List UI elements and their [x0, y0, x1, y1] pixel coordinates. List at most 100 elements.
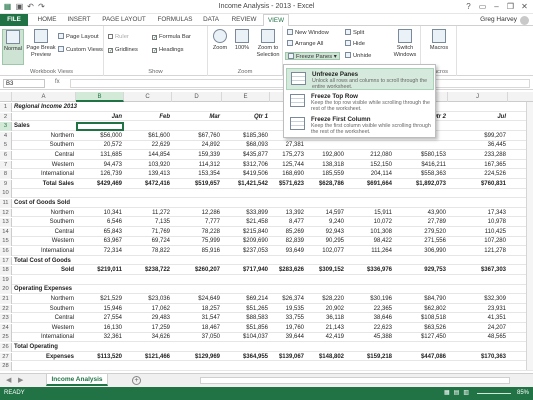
row-header[interactable]: 2	[0, 112, 12, 122]
restore-icon[interactable]: ❐	[504, 1, 517, 12]
cell[interactable]: Southern	[12, 305, 76, 314]
cell[interactable]: 48,565	[448, 333, 508, 342]
row-header[interactable]: 24	[0, 323, 12, 333]
cell[interactable]: $69,214	[222, 295, 270, 304]
cell[interactable]: $56,000	[76, 132, 124, 141]
cell[interactable]: 18,257	[172, 305, 222, 314]
row-header[interactable]: 12	[0, 208, 12, 218]
row-header[interactable]: 6	[0, 151, 12, 160]
cell[interactable]: 103,920	[124, 161, 172, 170]
cell[interactable]: 22,365	[346, 305, 394, 314]
scroll-left-icon[interactable]: ◀	[6, 376, 11, 384]
cell[interactable]: $121,466	[124, 353, 172, 362]
cell[interactable]: 13,392	[270, 209, 306, 218]
row-header[interactable]: 4	[0, 131, 12, 141]
cell[interactable]: 138,318	[306, 161, 346, 170]
cell[interactable]: 110,425	[448, 228, 508, 237]
cell[interactable]: 41,351	[448, 314, 508, 323]
cell[interactable]: 144,854	[124, 151, 172, 160]
cell[interactable]: $51,856	[222, 324, 270, 333]
cell[interactable]: 37,050	[172, 333, 222, 342]
cell[interactable]: 15,946	[76, 305, 124, 314]
cell[interactable]: $336,976	[346, 266, 394, 275]
freeze-top-row-item[interactable]: Freeze Top Row Keep the top row visible …	[286, 91, 434, 113]
cell[interactable]: 212,080	[346, 151, 394, 160]
cell[interactable]: Total Operating	[14, 343, 58, 352]
cell[interactable]: $63,526	[394, 324, 448, 333]
cell[interactable]: 153,354	[172, 170, 222, 179]
cell[interactable]: 93,649	[270, 247, 306, 256]
cell[interactable]: $717,940	[222, 266, 270, 275]
cell[interactable]: Northern	[12, 295, 76, 304]
cell[interactable]: 7,777	[172, 218, 222, 227]
cell[interactable]: 23,931	[448, 305, 508, 314]
page-break-preview-button[interactable]: Page Break Preview	[26, 29, 56, 58]
close-icon[interactable]: ✕	[518, 1, 531, 12]
cell[interactable]: Sales	[14, 122, 30, 131]
cell[interactable]: $24,649	[172, 295, 222, 304]
ribbon-display-icon[interactable]: ▭	[476, 1, 489, 12]
cell[interactable]: $21,458	[222, 218, 270, 227]
row-header[interactable]: 19	[0, 275, 12, 285]
cell[interactable]: $760,831	[448, 180, 508, 189]
view-buttons-icon[interactable]: ▦▤▥	[444, 387, 473, 400]
cell[interactable]: $309,152	[306, 266, 346, 275]
switch-windows-button[interactable]: Switch Windows	[391, 29, 419, 58]
freeze-first-column-item[interactable]: Freeze First Column Keep the first colum…	[286, 114, 434, 136]
cell[interactable]: $558,363	[394, 170, 448, 179]
page-layout-button[interactable]: Page Layout	[58, 33, 99, 41]
cell[interactable]: $148,802	[306, 353, 346, 362]
cell[interactable]: 21,143	[306, 324, 346, 333]
cell[interactable]: Total Cost of Goods	[14, 257, 71, 266]
cell[interactable]: $28,220	[306, 295, 346, 304]
cell[interactable]: 15,911	[346, 209, 394, 218]
cell[interactable]: Northern	[12, 209, 76, 218]
cell[interactable]: 24,207	[448, 324, 508, 333]
cell[interactable]: $312,706	[222, 161, 270, 170]
zoom-100-button[interactable]: 100%	[232, 29, 252, 52]
cell[interactable]: 98,422	[346, 237, 394, 246]
zoom-selection-button[interactable]: Zoom to Selection	[254, 29, 282, 58]
horizontal-scrollbar[interactable]	[200, 377, 510, 384]
cell[interactable]: $419,506	[222, 170, 270, 179]
cell[interactable]: Western	[12, 324, 76, 333]
cell[interactable]: $62,802	[394, 305, 448, 314]
cell[interactable]: $26,374	[270, 295, 306, 304]
gridlines-checkbox[interactable]: ✓ Gridlines	[108, 46, 138, 54]
cell[interactable]: 17,343	[448, 209, 508, 218]
cell[interactable]: 11,272	[124, 209, 172, 218]
new-window-button[interactable]: New Window	[287, 29, 329, 37]
row-header[interactable]: 7	[0, 160, 12, 170]
cell[interactable]: Feb	[124, 113, 172, 122]
cell[interactable]: 10,341	[76, 209, 124, 218]
tab-data[interactable]: DATA	[200, 14, 222, 26]
cell[interactable]: 10,978	[448, 218, 508, 227]
cell[interactable]: $447,086	[394, 353, 448, 362]
cell[interactable]	[306, 141, 346, 150]
cell[interactable]: 33,755	[270, 314, 306, 323]
row-header[interactable]: 14	[0, 227, 12, 237]
macros-button[interactable]: Macros	[425, 29, 453, 52]
cell[interactable]: 94,473	[76, 161, 124, 170]
cell[interactable]: 10,072	[346, 218, 394, 227]
select-all-corner[interactable]	[0, 92, 12, 102]
cell[interactable]: 14,597	[306, 209, 346, 218]
worksheet-grid[interactable]: ABCDEFGHIJ 1Regional Income 20132 JanFebM…	[0, 92, 533, 372]
row-header[interactable]: 15	[0, 237, 12, 247]
cell[interactable]: 85,269	[270, 228, 306, 237]
cell[interactable]: $1,421,542	[222, 180, 270, 189]
arrange-all-button[interactable]: Arrange All	[287, 40, 323, 48]
cell[interactable]: 63,967	[76, 237, 124, 246]
cell[interactable]: $628,786	[306, 180, 346, 189]
cell[interactable]: $159,218	[346, 353, 394, 362]
row-header[interactable]: 16	[0, 247, 12, 256]
row-header[interactable]: 3	[0, 122, 12, 131]
cell[interactable]: 75,999	[172, 237, 222, 246]
cell[interactable]: 27,789	[394, 218, 448, 227]
cell[interactable]: 185,559	[306, 170, 346, 179]
cell[interactable]: Western	[12, 161, 76, 170]
column-header-d[interactable]: D	[172, 92, 222, 102]
tab-insert[interactable]: INSERT	[64, 14, 94, 26]
cell[interactable]: 17,062	[124, 305, 172, 314]
cell[interactable]: $691,664	[346, 180, 394, 189]
